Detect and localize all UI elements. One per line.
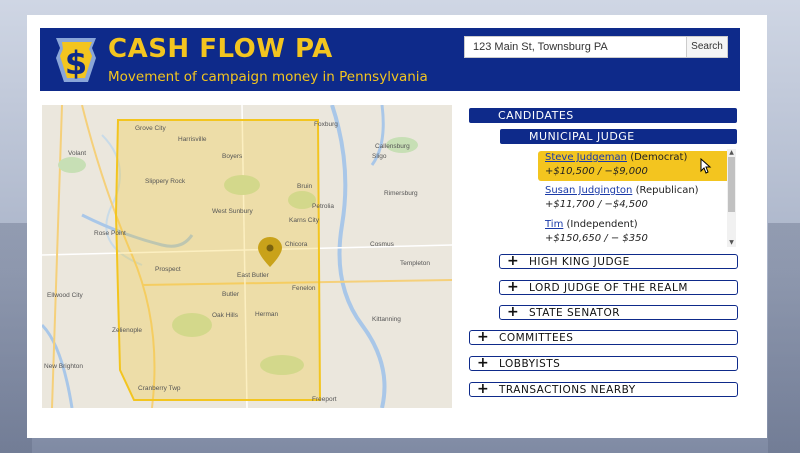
candidate-item[interactable]: Tim (Independent) +$150,650 / − $350 [538,218,731,247]
app-header: $ CASH FLOW PA Movement of campaign mone… [40,28,740,91]
map-label: Chicora [285,241,308,248]
address-search-input[interactable]: 123 Main St, Townsburg PA [464,36,696,58]
office-item-label: HIGH KING JUDGE [529,256,630,268]
map-label: Harrisville [178,136,207,143]
candidate-item[interactable]: Susan Judgington (Republican) +$11,700 /… [538,184,731,214]
app-subtitle: Movement of campaign money in Pennsylvan… [108,69,428,85]
office-item-high-king-judge[interactable]: + HIGH KING JUDGE [499,254,738,269]
office-item-label: STATE SENATOR [529,307,621,319]
map-label: East Butler [237,272,269,279]
map-label: Sligo [372,153,387,160]
section-transactions-nearby[interactable]: + TRANSACTIONS NEARBY [469,382,738,397]
candidate-name-line: Tim (Independent) [545,218,731,232]
expand-plus-icon: + [477,355,490,371]
section-lobbyists[interactable]: + LOBBYISTS [469,356,738,371]
map-label: West Sunbury [212,208,253,215]
map-label: Herman [255,311,279,318]
map-label: Karns City [289,217,319,224]
expand-plus-icon: + [477,381,490,397]
pa-keystone-logo: $ [56,38,96,82]
map-label: Foxburg [314,121,338,128]
candidate-amounts: +$150,650 / − $350 [545,233,648,244]
map-label: Zelienople [112,327,142,334]
map-label: Cranberry Twp [138,385,181,392]
map-label: Rose Point [94,230,126,237]
map-label: New Brighton [44,363,84,370]
map-label: Petrolia [312,203,335,210]
scroll-down-arrow-icon[interactable]: ▼ [727,239,736,247]
map-label: Cosmus [370,241,394,248]
app-title: CASH FLOW PA [108,34,333,64]
candidate-name-link[interactable]: Tim [545,219,563,230]
map-label: Ellwood City [47,292,83,299]
map-label: Butler [222,291,239,298]
svg-text:$: $ [65,44,87,82]
office-item-state-senator[interactable]: + STATE SENATOR [499,305,738,320]
candidate-name-line: Susan Judgington (Republican) [545,184,731,198]
map-label: Rimersburg [384,190,418,197]
map-label: Oak Hills [212,312,239,319]
candidate-party: (Republican) [635,185,699,196]
search-button[interactable]: Search [686,36,728,58]
section-label: COMMITTEES [499,332,574,344]
section-label: LOBBYISTS [499,358,561,370]
map-label: Grove City [135,125,166,132]
section-committees[interactable]: + COMMITTEES [469,330,738,345]
district-map[interactable]: Grove City Harrisville Foxburg Volant Ca… [42,105,452,408]
map-label: Prospect [155,266,181,273]
candidate-party: (Democrat) [630,152,688,163]
map-label: Callensburg [375,143,410,150]
map-label: Slippery Rock [145,178,186,185]
candidates-section-label: CANDIDATES [498,109,574,122]
candidates-section-header[interactable]: CANDIDATES [469,108,737,123]
office-item-lord-judge[interactable]: + LORD JUDGE OF THE REALM [499,280,738,295]
map-canvas [42,105,452,408]
map-label: Freeport [312,396,337,403]
candidate-name-link[interactable]: Steve Judgeman [545,152,627,163]
map-label: Bruin [297,183,313,190]
office-item-label: LORD JUDGE OF THE REALM [529,282,688,294]
map-label: Boyers [222,153,243,160]
candidate-name-link[interactable]: Susan Judgington [545,185,632,196]
scrollbar-thumb[interactable] [728,157,735,212]
candidate-list-scrollbar[interactable]: ▲ ▼ [727,149,736,247]
mouse-cursor-icon [700,158,712,174]
scroll-up-arrow-icon[interactable]: ▲ [727,149,736,157]
expand-plus-icon: + [507,279,520,295]
office-label: MUNICIPAL JUDGE [529,130,635,143]
expand-plus-icon: + [477,329,490,345]
expand-plus-icon: + [507,304,520,320]
map-label: Kittanning [372,316,401,323]
map-label: Templeton [400,260,430,267]
map-label: Fenelon [292,285,316,292]
candidate-amounts: +$11,700 / −$4,500 [545,199,648,210]
expand-plus-icon: + [507,253,520,269]
candidate-party: (Independent) [566,219,638,230]
map-label: Volant [68,150,87,157]
section-label: TRANSACTIONS NEARBY [499,384,636,396]
municipal-judge-office-header[interactable]: MUNICIPAL JUDGE [500,129,737,144]
